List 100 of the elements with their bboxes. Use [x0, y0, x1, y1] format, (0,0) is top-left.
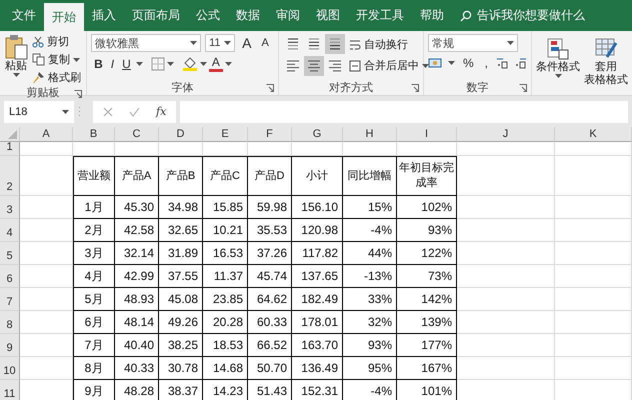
row-header[interactable]: 10 — [0, 357, 20, 380]
format-as-table-button[interactable]: 套用 表格格式 — [584, 37, 628, 95]
row-header[interactable]: 1 — [0, 142, 20, 156]
number-format-select[interactable]: 常规 — [428, 34, 518, 52]
conditional-format-button[interactable]: 条件格式 — [536, 37, 580, 95]
empty-cell[interactable] — [115, 142, 159, 156]
font-size-select[interactable]: 11 — [205, 34, 236, 52]
empty-cell[interactable] — [343, 142, 397, 156]
increase-decimal-icon[interactable] — [496, 57, 509, 69]
empty-cell[interactable] — [457, 288, 555, 311]
ribbon-tab[interactable]: 数据 — [228, 0, 268, 31]
empty-cell[interactable] — [555, 242, 632, 265]
empty-cell[interactable] — [555, 219, 632, 242]
italic-button[interactable]: I — [108, 56, 118, 72]
column-header[interactable]: B — [73, 127, 115, 142]
cancel-icon[interactable] — [103, 106, 113, 116]
empty-cell[interactable] — [397, 142, 457, 156]
table-cell: 34.98 — [159, 196, 203, 219]
ribbon-tab[interactable]: 文件 — [4, 0, 44, 31]
empty-cell[interactable] — [555, 265, 632, 288]
column-header[interactable]: E — [203, 127, 248, 142]
empty-cell[interactable] — [457, 357, 555, 380]
grow-font-button[interactable]: A — [239, 34, 254, 52]
ribbon-tab[interactable]: 插入 — [84, 0, 124, 31]
check-icon[interactable] — [129, 106, 140, 116]
cut-button[interactable]: 剪切 — [32, 34, 81, 49]
ribbon-tab[interactable]: 帮助 — [412, 0, 452, 31]
row-header[interactable]: 8 — [0, 311, 20, 334]
bold-button[interactable]: B — [91, 56, 106, 72]
empty-cell[interactable] — [457, 219, 555, 242]
column-header[interactable]: J — [457, 127, 555, 142]
ribbon-tab[interactable]: 页面布局 — [124, 0, 188, 31]
empty-cell[interactable] — [159, 142, 203, 156]
fill-color-icon[interactable] — [182, 56, 198, 70]
select-all-button[interactable] — [0, 127, 20, 142]
row-header[interactable]: 4 — [0, 219, 20, 242]
column-header[interactable]: F — [248, 127, 292, 142]
comma-button[interactable]: , — [482, 55, 491, 71]
empty-cell[interactable] — [457, 156, 555, 196]
borders-icon[interactable] — [150, 56, 165, 70]
formula-input[interactable] — [180, 100, 628, 122]
dialog-launcher-icon[interactable] — [74, 90, 82, 98]
currency-icon[interactable] — [428, 57, 443, 69]
insert-function-button[interactable]: fx — [156, 105, 166, 118]
row-header[interactable]: 5 — [0, 242, 20, 265]
empty-cell[interactable] — [457, 142, 555, 156]
font-color-button[interactable]: A — [208, 55, 223, 72]
row-header[interactable]: 7 — [0, 288, 20, 311]
column-header[interactable]: H — [343, 127, 397, 142]
dialog-launcher-icon[interactable] — [266, 84, 274, 92]
column-header[interactable]: I — [397, 127, 457, 142]
wrap-text-button[interactable]: 自动换行 — [348, 37, 429, 52]
name-box[interactable]: L18 — [4, 100, 74, 122]
column-header[interactable]: G — [292, 127, 343, 142]
empty-cell[interactable] — [555, 142, 632, 156]
ribbon-tab[interactable]: 视图 — [308, 0, 348, 31]
decrease-decimal-icon[interactable] — [514, 57, 527, 69]
empty-cell[interactable] — [555, 156, 632, 196]
row-header[interactable]: 2 — [0, 156, 20, 196]
copy-button[interactable]: 复制 — [32, 52, 81, 67]
empty-cell[interactable] — [457, 311, 555, 334]
tell-me-field[interactable]: 告诉我你想要做什么 — [477, 7, 585, 24]
dialog-launcher-icon[interactable] — [519, 84, 527, 92]
empty-cell[interactable] — [555, 196, 632, 219]
empty-cell[interactable] — [555, 311, 632, 334]
empty-cell[interactable] — [457, 334, 555, 357]
font-name-select[interactable]: 微软雅黑 — [91, 34, 202, 52]
horizontal-align-button[interactable] — [304, 56, 324, 76]
ribbon-tab[interactable]: 开发工具 — [348, 0, 412, 31]
dialog-launcher-icon[interactable] — [410, 84, 419, 92]
ribbon-tab[interactable]: 开始 — [44, 3, 84, 31]
empty-cell[interactable] — [555, 334, 632, 357]
row-header[interactable]: 6 — [0, 265, 20, 288]
empty-cell[interactable] — [457, 242, 555, 265]
paste-button[interactable]: 粘贴 — [4, 34, 28, 85]
empty-cell[interactable] — [248, 142, 292, 156]
empty-cell[interactable] — [457, 265, 555, 288]
row-header[interactable]: 11 — [0, 380, 20, 400]
caret-icon — [422, 64, 429, 68]
ribbon-tab[interactable]: 审阅 — [268, 0, 308, 31]
merge-icon — [348, 60, 361, 72]
empty-cell[interactable] — [555, 288, 632, 311]
row-header[interactable]: 3 — [0, 196, 20, 219]
row-header[interactable]: 9 — [0, 334, 20, 357]
percent-button[interactable]: % — [460, 55, 477, 71]
empty-cell[interactable] — [203, 142, 248, 156]
empty-cell[interactable] — [292, 142, 343, 156]
empty-cell[interactable] — [73, 142, 115, 156]
empty-cell[interactable] — [457, 196, 555, 219]
column-header[interactable]: K — [555, 127, 632, 142]
merge-center-button[interactable]: 合并后居中 — [348, 58, 429, 73]
ribbon-tab[interactable]: 公式 — [188, 0, 228, 31]
column-header[interactable]: A — [20, 127, 73, 142]
underline-button[interactable]: U — [119, 56, 134, 72]
column-header[interactable]: D — [159, 127, 203, 142]
empty-cell[interactable] — [555, 357, 632, 380]
format-painter-button[interactable]: 格式刷 — [32, 70, 81, 85]
column-header[interactable]: C — [115, 127, 159, 142]
shrink-font-button[interactable]: A — [258, 36, 272, 50]
vertical-align-button[interactable] — [324, 34, 345, 54]
